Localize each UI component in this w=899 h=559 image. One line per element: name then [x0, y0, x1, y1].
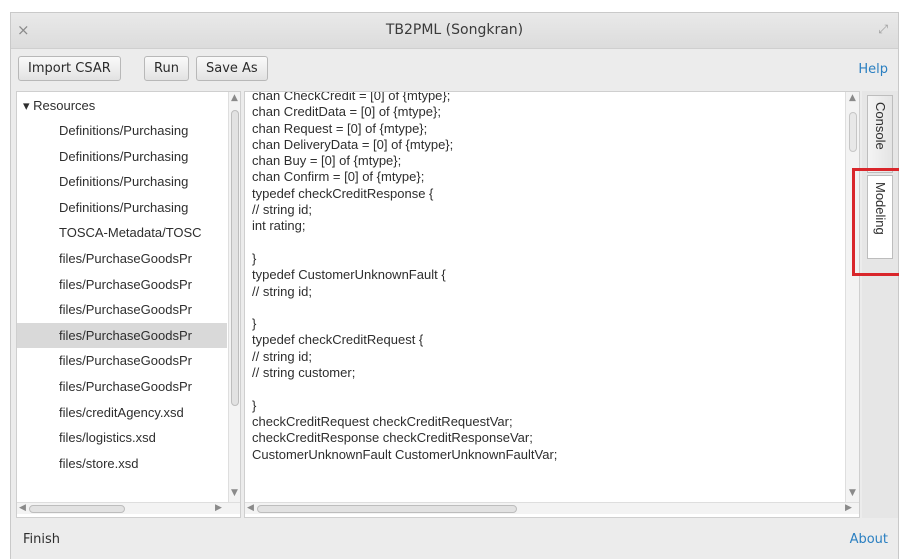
status-bar: Finish About — [11, 521, 898, 559]
tree-item[interactable]: files/PurchaseGoodsPr — [17, 374, 227, 399]
scroll-down-icon[interactable]: ▼ — [231, 488, 238, 498]
tree-vertical-scrollbar[interactable]: ▲ ▼ — [228, 92, 240, 502]
tree-item[interactable]: Definitions/Purchasing — [17, 144, 227, 169]
editor-scroll-thumb[interactable] — [849, 112, 857, 152]
code-line: chan CreditData = [0] of {mtype}; — [252, 104, 441, 120]
tree-item[interactable]: Definitions/Purchasing — [17, 118, 227, 143]
code-line: chan Buy = [0] of {mtype}; — [252, 153, 402, 169]
code-line: // string customer; — [252, 365, 356, 381]
code-line: chan Request = [0] of {mtype}; — [252, 120, 428, 136]
code-line: // string id; — [252, 202, 312, 218]
help-link[interactable]: Help — [858, 62, 888, 77]
tree-horizontal-scrollbar[interactable]: ◀ ▶ — [17, 502, 240, 514]
scroll-up-icon[interactable]: ▲ — [849, 93, 856, 103]
code-line: int rating; — [252, 218, 306, 234]
tree-item[interactable]: files/PurchaseGoodsPr — [17, 246, 227, 271]
import-csar-button[interactable]: Import CSAR — [18, 56, 121, 81]
code-editor[interactable]: chan CheckCredit = [0] of {mtype}; chan C… — [244, 91, 860, 518]
tree-item[interactable]: files/logistics.xsd — [17, 425, 227, 450]
tree-root-resources[interactable]: ▾ Resources — [23, 98, 95, 114]
finish-label[interactable]: Finish — [23, 532, 60, 547]
page-margin-top — [0, 0, 899, 12]
run-button[interactable]: Run — [144, 56, 189, 81]
tab-console[interactable]: Console — [867, 95, 893, 173]
app-window: × TB2PML (Songkran) ⤢ Import CSAR Run Sa… — [10, 12, 899, 559]
code-line: checkCreditRequest checkCreditRequestVar… — [252, 413, 513, 429]
tree-item[interactable]: files/PurchaseGoodsPr — [17, 322, 227, 348]
scroll-right-icon[interactable]: ▶ — [845, 503, 852, 513]
tree-item[interactable]: files/PurchaseGoodsPr — [17, 348, 227, 373]
modeling-tab-highlight-box — [852, 168, 899, 276]
tree-item[interactable]: Definitions/Purchasing — [17, 169, 227, 194]
editor-hscroll-thumb[interactable] — [257, 505, 517, 513]
save-as-button[interactable]: Save As — [196, 56, 268, 81]
editor-horizontal-scrollbar[interactable]: ◀ ▶ — [245, 502, 859, 514]
tree-hscroll-thumb[interactable] — [29, 505, 125, 513]
resource-tree: ▾ Resources Definitions/Purchasing Defini… — [16, 91, 241, 518]
scroll-up-icon[interactable]: ▲ — [231, 93, 238, 103]
maximize-icon[interactable]: ⤢ — [878, 22, 888, 37]
tab-console-label: Console — [873, 102, 888, 150]
scroll-down-icon[interactable]: ▼ — [849, 488, 856, 498]
tree-item[interactable]: files/PurchaseGoodsPr — [17, 297, 227, 322]
code-line: chan DeliveryData = [0] of {mtype}; — [252, 136, 454, 152]
side-tab-strip: Console Modeling — [862, 91, 898, 518]
code-text[interactable]: chan CheckCredit = [0] of {mtype}; chan C… — [252, 91, 558, 463]
tree-item[interactable]: files/creditAgency.xsd — [17, 400, 227, 425]
window-title: TB2PML (Songkran) — [385, 22, 524, 38]
code-line: typedef CustomerUnknownFault { — [252, 267, 446, 283]
toolbar: Import CSAR Run Save As Help — [11, 49, 898, 87]
tree-scroll-thumb[interactable] — [231, 110, 239, 406]
code-line: } — [252, 397, 257, 413]
tree-item[interactable]: Definitions/Purchasing — [17, 195, 227, 220]
code-line: typedef checkCreditResponse { — [252, 185, 434, 201]
title-bar[interactable]: × TB2PML (Songkran) ⤢ — [11, 13, 898, 49]
tree-item[interactable]: files/store.xsd — [17, 451, 227, 476]
code-line: chan Confirm = [0] of {mtype}; — [252, 169, 425, 185]
code-line: CustomerUnknownFault CustomerUnknownFaul… — [252, 446, 558, 462]
scroll-right-icon[interactable]: ▶ — [215, 503, 222, 513]
code-line: // string id; — [252, 283, 312, 299]
scroll-left-icon[interactable]: ◀ — [19, 503, 26, 513]
code-line: } — [252, 250, 257, 266]
scroll-left-icon[interactable]: ◀ — [247, 503, 254, 513]
code-line: chan CheckCredit = [0] of {mtype}; — [252, 91, 451, 103]
about-link[interactable]: About — [850, 532, 888, 547]
screenshot: × TB2PML (Songkran) ⤢ Import CSAR Run Sa… — [0, 0, 899, 559]
code-line: // string id; — [252, 348, 312, 364]
code-line: checkCreditResponse checkCreditResponseV… — [252, 430, 533, 446]
code-line: typedef checkCreditRequest { — [252, 332, 424, 348]
code-line: } — [252, 316, 257, 332]
tree-item[interactable]: files/PurchaseGoodsPr — [17, 272, 227, 297]
editor-vertical-scrollbar[interactable]: ▲ ▼ — [845, 92, 859, 502]
page-margin-left — [0, 0, 10, 559]
tree-item[interactable]: TOSCA-Metadata/TOSC — [17, 220, 227, 245]
